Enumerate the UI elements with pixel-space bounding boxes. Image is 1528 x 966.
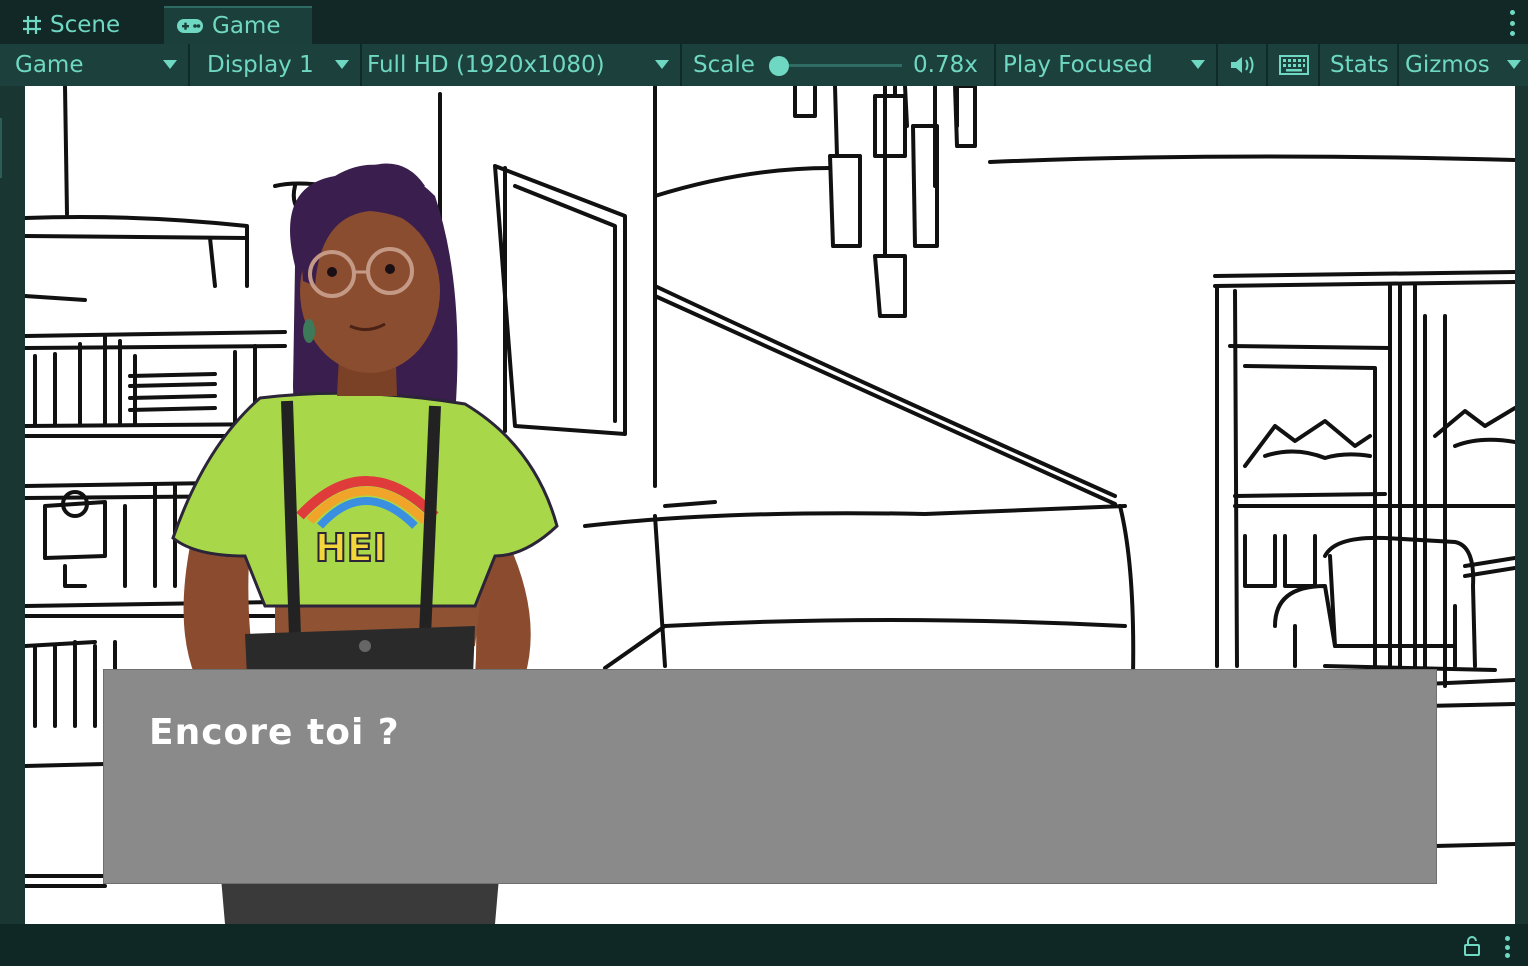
- right-panel-edge: [1515, 86, 1528, 924]
- lock-icon[interactable]: [1464, 936, 1480, 956]
- chevron-down-icon: [655, 60, 669, 69]
- chevron-down-icon: [335, 60, 349, 69]
- view-select-dropdown[interactable]: Game: [15, 44, 185, 86]
- gizmos-toggle-button[interactable]: Gizmos: [1405, 44, 1495, 86]
- resolution-select-dropdown[interactable]: Full HD (1920x1080): [367, 44, 672, 86]
- more-options-icon[interactable]: [1503, 936, 1511, 958]
- left-panel-edge: [0, 86, 25, 924]
- dialog-box[interactable]: Encore toi ?: [103, 669, 1437, 884]
- chevron-down-icon: [163, 60, 177, 69]
- scale-slider-track[interactable]: [780, 64, 902, 67]
- scale-label: Scale: [693, 44, 773, 86]
- chevron-down-icon: [1191, 60, 1205, 69]
- play-mode-dropdown[interactable]: Play Focused: [1003, 44, 1203, 86]
- editor-tab-bar: Scene Game: [0, 0, 1528, 44]
- chevron-down-icon[interactable]: [1507, 60, 1521, 69]
- scale-value-text: 0.78x: [913, 52, 978, 78]
- gizmos-label: Gizmos: [1405, 52, 1490, 78]
- dialog-text: Encore toi ?: [149, 712, 400, 753]
- more-options-icon[interactable]: [1508, 10, 1516, 36]
- keyboard-icon: [1279, 55, 1309, 75]
- scale-label-text: Scale: [693, 52, 755, 78]
- scale-slider-handle[interactable]: [769, 56, 789, 76]
- tab-game[interactable]: Game: [164, 6, 312, 44]
- play-mode-value: Play Focused: [1003, 52, 1153, 78]
- tab-label: Scene: [50, 12, 121, 38]
- tab-scene[interactable]: Scene: [10, 6, 162, 44]
- game-view-toolbar: Game Display 1 Full HD (1920x1080) Scale…: [0, 44, 1528, 86]
- speaker-icon: [1231, 56, 1254, 74]
- tab-label: Game: [212, 13, 281, 39]
- resolution-select-value: Full HD (1920x1080): [367, 52, 605, 78]
- stats-toggle-button[interactable]: Stats: [1330, 44, 1392, 86]
- view-select-value: Game: [15, 52, 84, 78]
- game-viewport[interactable]: HEI Encore toi ?: [25, 86, 1515, 924]
- svg-text:HEI: HEI: [315, 526, 387, 570]
- audio-mute-button[interactable]: [1228, 44, 1258, 86]
- stats-label: Stats: [1330, 52, 1389, 78]
- status-bar: [0, 924, 1528, 966]
- scale-value: 0.78x: [913, 44, 993, 86]
- gamepad-icon: [177, 19, 203, 33]
- keyboard-shortcuts-button[interactable]: [1279, 44, 1311, 86]
- display-select-value: Display 1: [207, 52, 314, 78]
- grid-icon: [23, 16, 41, 34]
